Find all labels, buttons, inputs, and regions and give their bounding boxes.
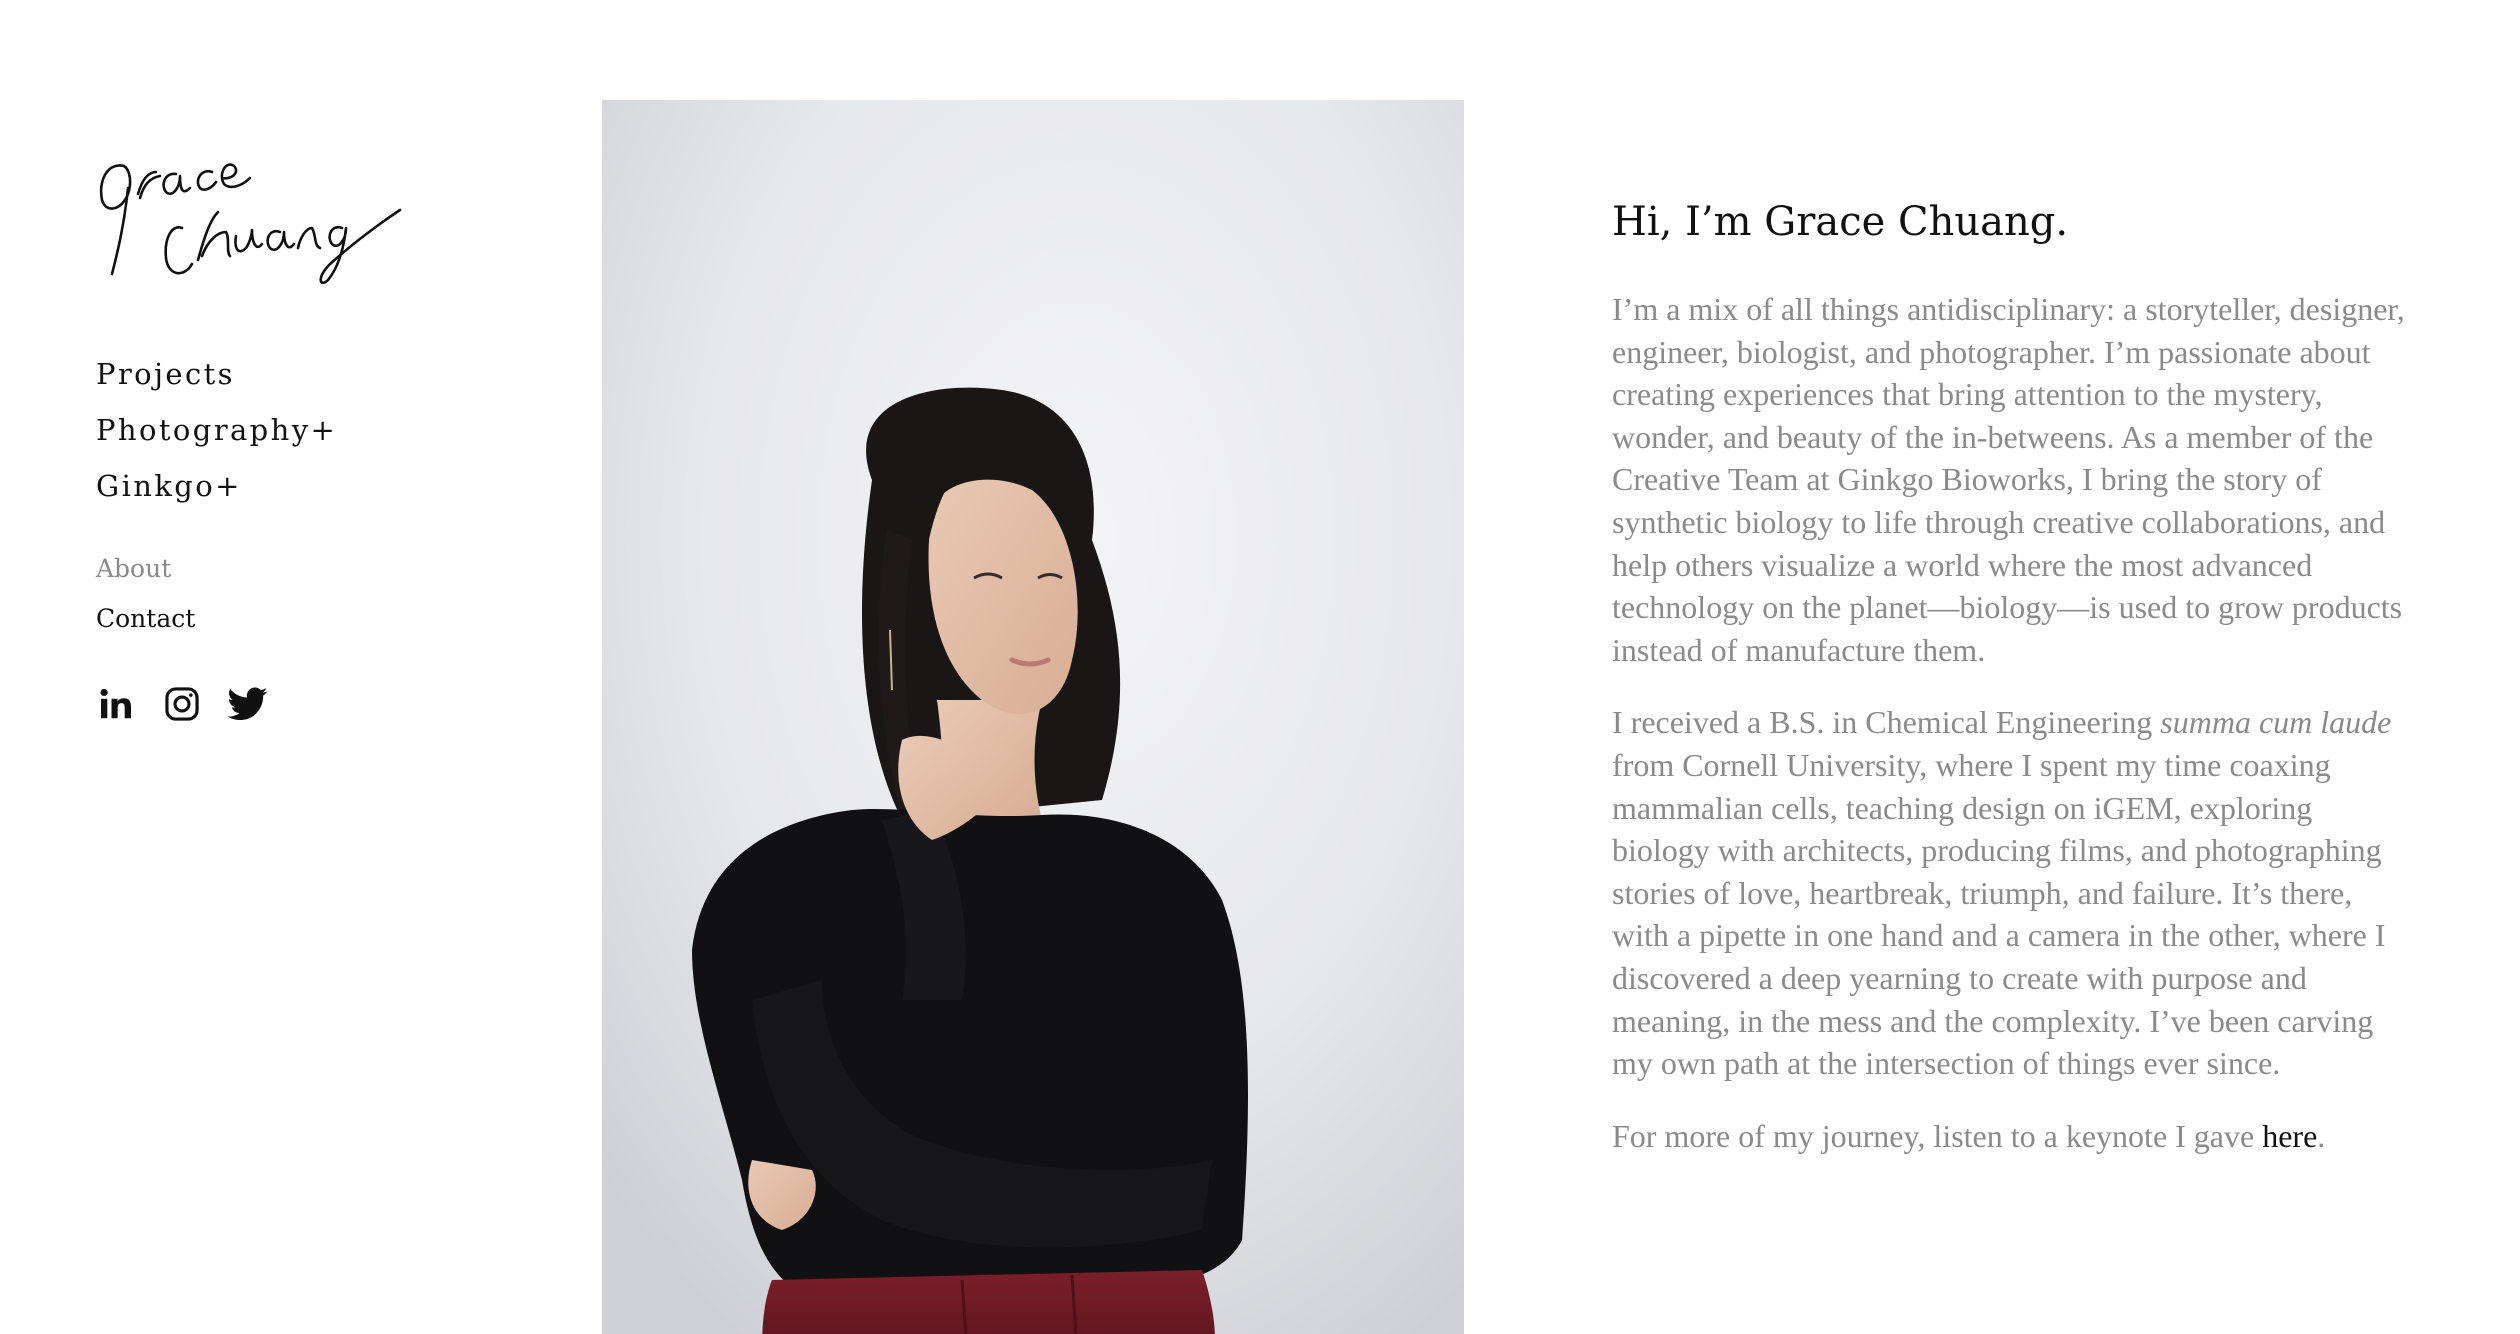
secondary-nav: About Contact: [96, 544, 476, 644]
linkedin-icon[interactable]: [96, 684, 136, 724]
nav-item-about[interactable]: About: [96, 544, 476, 594]
nav-item-ginkgo[interactable]: Ginkgo+: [96, 458, 476, 514]
twitter-icon[interactable]: [228, 684, 268, 724]
bio-paragraph-1: I’m a mix of all things antidisciplinary…: [1612, 291, 2405, 668]
bio-paragraph-3-period: .: [2317, 1117, 2326, 1154]
instagram-icon[interactable]: [162, 684, 202, 724]
social-links: [96, 684, 476, 724]
bio-paragraph-2-text-start: I received a B.S. in Chemical Engineerin…: [1612, 704, 2161, 741]
bio-section: Hi, I’m Grace Chuang. I’m a mix of all t…: [1612, 196, 2412, 1187]
portrait-photo: [602, 100, 1464, 1334]
nav-item-photography[interactable]: Photography+: [96, 402, 476, 458]
bio-paragraph-3: For more of my journey, listen to a keyn…: [1612, 1115, 2412, 1158]
bio-paragraph-2-text-end: from Cornell University, where I spent m…: [1612, 746, 2386, 1082]
logo-signature[interactable]: [94, 128, 434, 292]
bio-heading: Hi, I’m Grace Chuang.: [1612, 199, 2069, 245]
nav-item-contact[interactable]: Contact: [96, 594, 476, 644]
bio-paragraph-3-text: For more of my journey, listen to a keyn…: [1612, 1117, 2263, 1154]
keynote-link[interactable]: here: [2262, 1118, 2317, 1154]
nav-item-projects[interactable]: Projects: [96, 346, 476, 402]
bio-paragraph-2: I received a B.S. in Chemical Engineerin…: [1612, 701, 2412, 1084]
primary-nav: Projects Photography+ Ginkgo+: [96, 346, 476, 514]
sidebar: Projects Photography+ Ginkgo+ About Cont…: [96, 128, 476, 724]
bio-paragraph-2-italic: summa cum laude: [2160, 704, 2392, 741]
